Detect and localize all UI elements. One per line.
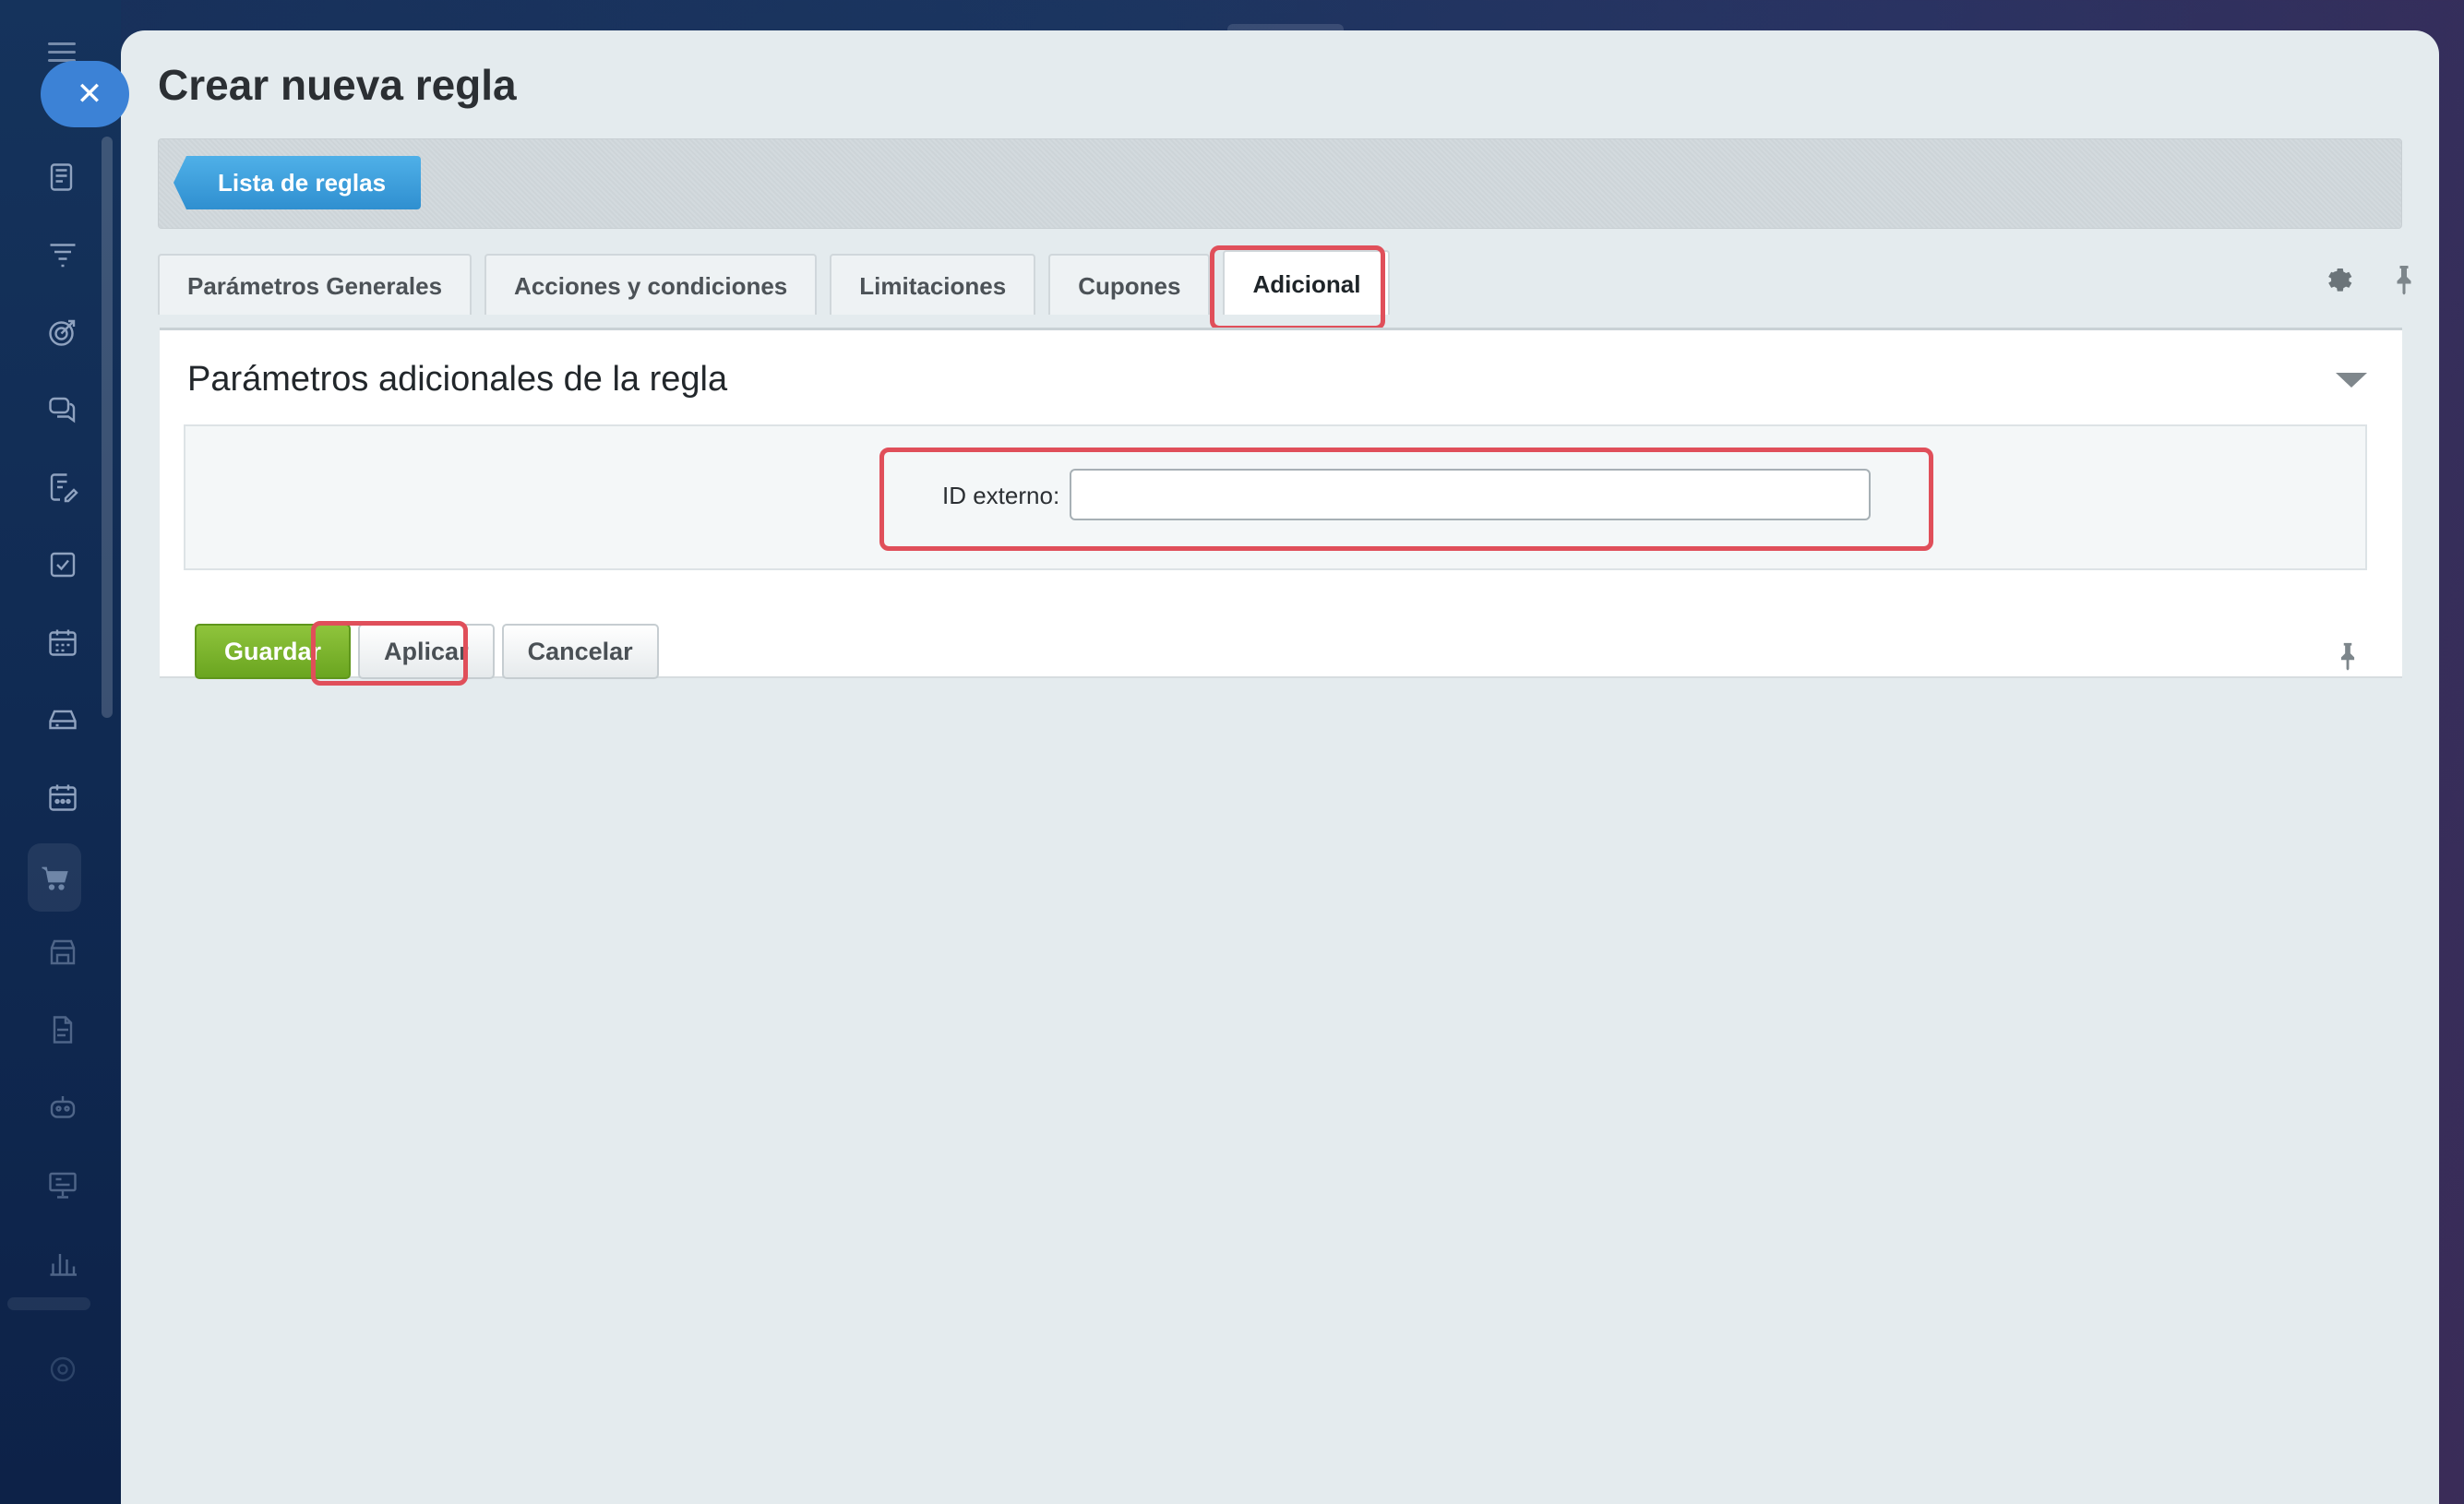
menu-icon[interactable] <box>48 42 76 63</box>
document-icon[interactable] <box>41 1008 85 1052</box>
cancel-button[interactable]: Cancelar <box>501 624 659 679</box>
settings-icon[interactable] <box>41 1347 85 1391</box>
back-to-list-button[interactable]: Lista de reglas <box>173 156 422 209</box>
presentation-icon[interactable] <box>41 1163 85 1207</box>
form-buttons: Guardar Aplicar Cancelar <box>195 624 666 679</box>
section-panel: Parámetros adicionales de la regla ID ex… <box>160 328 2402 679</box>
chevron-down-icon[interactable] <box>2336 373 2367 388</box>
pin-icon[interactable] <box>2387 263 2421 301</box>
calendar-icon[interactable] <box>41 775 85 819</box>
tab-limitations[interactable]: Limitaciones <box>830 254 1036 315</box>
toolbar: Lista de reglas <box>158 138 2402 229</box>
checkbox-icon[interactable] <box>41 543 85 587</box>
save-button[interactable]: Guardar <box>195 624 352 679</box>
gear-icon[interactable] <box>2323 263 2356 301</box>
sidebar-scrollbar[interactable] <box>102 137 113 718</box>
apply-button[interactable]: Aplicar <box>358 624 495 679</box>
pin-icon[interactable] <box>2332 640 2363 676</box>
calendar-grid-icon[interactable] <box>41 620 85 664</box>
left-sidebar <box>0 0 121 1504</box>
external-id-input[interactable] <box>1070 469 1871 520</box>
tab-bar: Parámetros Generales Acciones y condicio… <box>158 250 1403 316</box>
main-panel: Crear nueva regla Lista de reglas Paráme… <box>121 30 2439 1504</box>
sidebar-divider <box>7 1297 90 1310</box>
cart-icon[interactable] <box>28 843 81 912</box>
tab-actions-conditions[interactable]: Acciones y condiciones <box>484 254 818 315</box>
bar-chart-icon[interactable] <box>41 1240 85 1284</box>
external-id-label: ID externo: <box>942 482 1060 509</box>
chat-icon[interactable] <box>41 388 85 432</box>
store-icon[interactable] <box>41 930 85 974</box>
edit-doc-icon[interactable] <box>41 465 85 509</box>
section-title: Parámetros adicionales de la regla <box>187 360 728 399</box>
robot-icon[interactable] <box>41 1085 85 1129</box>
tab-additional[interactable]: Adicional <box>1223 250 1391 315</box>
tab-tools <box>2323 263 2421 301</box>
close-icon[interactable]: ✕ <box>41 61 129 127</box>
target-icon[interactable] <box>41 310 85 354</box>
news-icon[interactable] <box>41 155 85 199</box>
page-title: Crear nueva regla <box>158 61 517 109</box>
tab-general-params[interactable]: Parámetros Generales <box>158 254 472 315</box>
filter-icon[interactable] <box>41 233 85 277</box>
drive-icon[interactable] <box>41 698 85 742</box>
form-area: ID externo: <box>184 424 2367 570</box>
tab-coupons[interactable]: Cupones <box>1048 254 1211 315</box>
